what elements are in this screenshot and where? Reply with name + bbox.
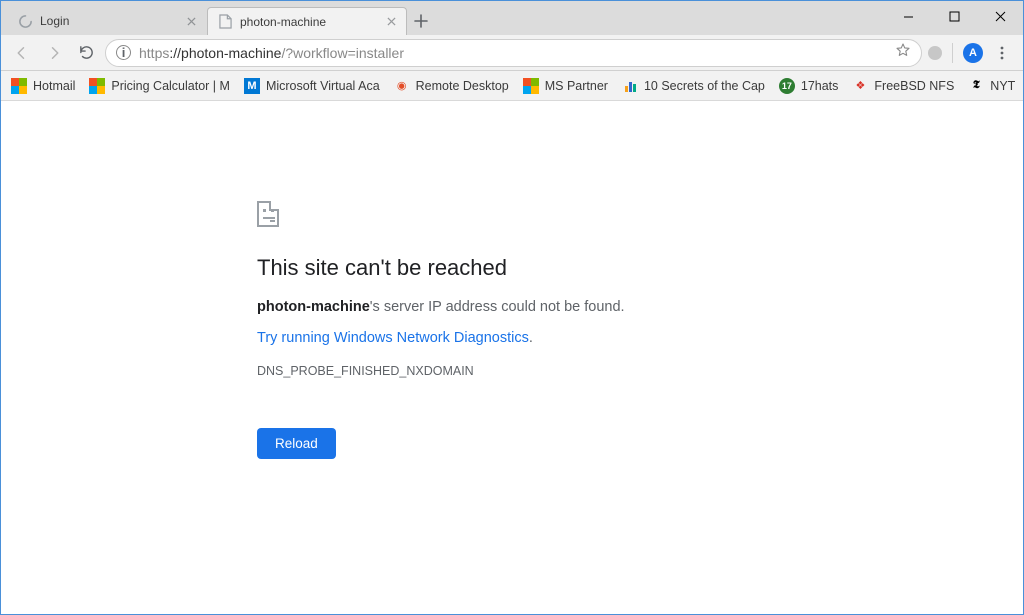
close-tab-icon[interactable] <box>184 14 198 28</box>
tab-login[interactable]: Login <box>7 7 207 35</box>
bookmark-17hats[interactable]: 17 17hats <box>779 78 839 94</box>
bookmark-label: MS Partner <box>545 79 608 93</box>
bookmark-label: FreeBSD NFS <box>874 79 954 93</box>
bookmark-star-icon[interactable] <box>895 42 911 63</box>
bookmark-label: Remote Desktop <box>416 79 509 93</box>
maximize-button[interactable] <box>931 1 977 31</box>
bookmark-freebsd[interactable]: ❖ FreeBSD NFS <box>852 78 954 94</box>
bookmark-label: Microsoft Virtual Aca <box>266 79 380 93</box>
site-info-icon[interactable]: i <box>116 45 131 60</box>
forward-button[interactable] <box>41 40 67 66</box>
bookmark-10-secrets[interactable]: 10 Secrets of the Cap <box>622 78 765 94</box>
bookmark-label: NYT <box>990 79 1015 93</box>
menu-button[interactable] <box>989 40 1015 66</box>
page-content: This site can't be reached photon-machin… <box>1 101 1023 459</box>
ms-logo-icon <box>89 78 105 94</box>
bookmark-nyt[interactable]: 𝕿 NYT <box>968 78 1015 94</box>
new-tab-button[interactable] <box>407 7 435 35</box>
reload-page-button[interactable]: Reload <box>257 428 336 459</box>
tab-photon-machine[interactable]: photon-machine <box>207 7 407 35</box>
profile-avatar[interactable]: A <box>963 43 983 63</box>
close-tab-icon[interactable] <box>384 15 398 29</box>
bar-chart-icon <box>622 78 638 94</box>
error-code: DNS_PROBE_FINISHED_NXDOMAIN <box>257 364 1023 378</box>
titlebar: Login photon-machine <box>1 1 1023 35</box>
browser-tabs: Login photon-machine <box>1 1 435 35</box>
ms-logo-icon <box>11 78 27 94</box>
error-message: photon-machine's server IP address could… <box>257 299 1023 315</box>
bookmark-ms-partner[interactable]: MS Partner <box>523 78 608 94</box>
17hats-icon: 17 <box>779 78 795 94</box>
bookmarks-bar: Hotmail Pricing Calculator | M M Microsof… <box>1 71 1023 101</box>
address-bar[interactable]: i https://photon-machine/?workflow=insta… <box>105 39 922 67</box>
mva-icon: M <box>244 78 260 94</box>
bookmark-pricing-calculator[interactable]: Pricing Calculator | M <box>89 78 230 94</box>
minimize-button[interactable] <box>885 1 931 31</box>
bookmark-label: Hotmail <box>33 79 75 93</box>
error-title: This site can't be reached <box>257 255 1023 281</box>
blank-page-icon <box>218 14 233 29</box>
url-text: https://photon-machine/?workflow=install… <box>139 45 887 61</box>
tab-label: Login <box>40 14 177 28</box>
toolbar: i https://photon-machine/?workflow=insta… <box>1 35 1023 71</box>
ms-logo-icon <box>523 78 539 94</box>
back-button[interactable] <box>9 40 35 66</box>
reload-button[interactable] <box>73 40 99 66</box>
nyt-icon: 𝕿 <box>968 78 984 94</box>
dead-page-icon <box>257 201 279 227</box>
diagnostics-link[interactable]: Try running Windows Network Diagnostics <box>257 330 529 346</box>
tab-label: photon-machine <box>240 15 377 29</box>
diagnostics-line: Try running Windows Network Diagnostics. <box>257 329 1023 364</box>
bookmark-label: Pricing Calculator | M <box>111 79 230 93</box>
close-window-button[interactable] <box>977 1 1023 31</box>
remote-desktop-icon: ◉ <box>394 78 410 94</box>
bookmark-label: 10 Secrets of the Cap <box>644 79 765 93</box>
bookmark-remote-desktop[interactable]: ◉ Remote Desktop <box>394 78 509 94</box>
bookmark-mva[interactable]: M Microsoft Virtual Aca <box>244 78 380 94</box>
loading-spinner-icon <box>18 14 33 29</box>
freebsd-icon: ❖ <box>852 78 868 94</box>
bookmark-label: 17hats <box>801 79 839 93</box>
session-indicator-icon[interactable] <box>928 46 942 60</box>
window-controls <box>885 1 1023 31</box>
separator <box>952 43 953 63</box>
bookmark-hotmail[interactable]: Hotmail <box>11 78 75 94</box>
